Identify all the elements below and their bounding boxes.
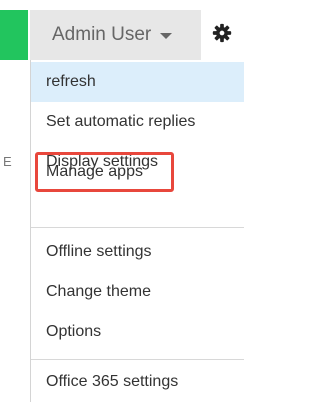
user-menu-button[interactable]: Admin User xyxy=(30,10,201,60)
menu-item-label: Change theme xyxy=(46,283,151,300)
menu-item-refresh[interactable]: refresh xyxy=(31,62,244,102)
menu-divider xyxy=(31,227,244,228)
chevron-down-icon xyxy=(160,33,173,39)
menu-item-label: refresh xyxy=(46,73,96,90)
menu-divider xyxy=(31,359,244,360)
menu-item-set-automatic-replies[interactable]: Set automatic replies xyxy=(31,102,244,142)
menu-item-offline-settings[interactable]: Offline settings xyxy=(31,232,244,272)
menu-item-options[interactable]: Options xyxy=(31,312,244,352)
user-name: Admin User xyxy=(52,24,152,45)
menu-item-change-theme[interactable]: Change theme xyxy=(31,272,244,312)
menu-item-label: Set automatic replies xyxy=(46,113,196,130)
menu-item-label: Offline settings xyxy=(46,243,152,260)
gear-icon[interactable] xyxy=(211,22,233,44)
background-edge-text: E xyxy=(3,154,12,169)
menu-item-label: Options xyxy=(46,323,102,340)
menu-item-label: Manage apps xyxy=(46,163,143,180)
app-launcher-strip[interactable] xyxy=(0,10,28,60)
menu-item-manage-apps[interactable]: Manage apps xyxy=(31,152,244,192)
settings-dropdown-menu: refresh Set automatic replies Display se… xyxy=(30,60,244,402)
menu-item-office-365-settings[interactable]: Office 365 settings xyxy=(31,362,244,402)
menu-item-label: Office 365 settings xyxy=(46,373,179,390)
